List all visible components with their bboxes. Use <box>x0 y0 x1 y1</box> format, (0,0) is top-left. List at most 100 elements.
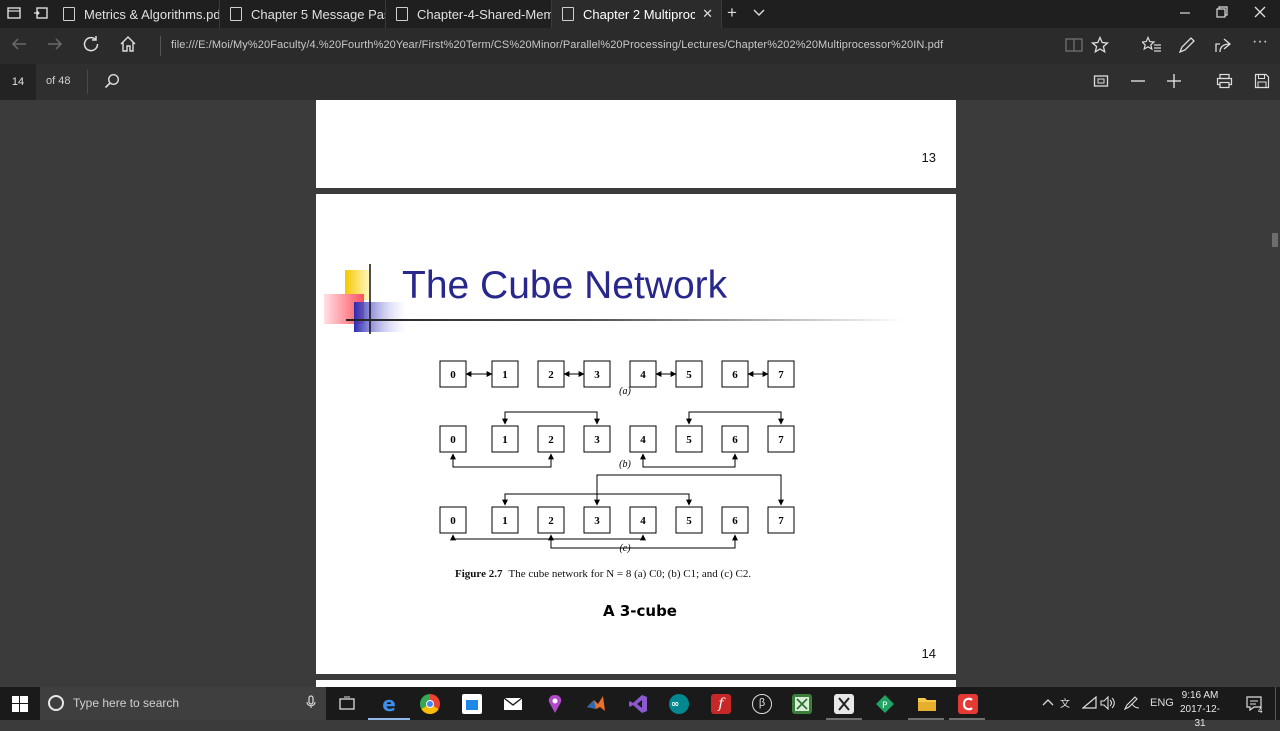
minimize-icon[interactable] <box>1179 5 1191 21</box>
node-label: 3 <box>594 515 600 527</box>
set-aside-tabs-icon[interactable] <box>34 7 48 19</box>
refresh-icon[interactable] <box>82 35 100 58</box>
tab-actions-icon[interactable] <box>7 7 21 19</box>
visual-studio-icon[interactable] <box>628 694 648 714</box>
node-label: 1 <box>502 434 508 446</box>
node-label: 2 <box>548 369 554 381</box>
node-label: 6 <box>732 434 738 446</box>
page-number: 13 <box>921 150 936 165</box>
home-icon[interactable] <box>119 35 137 58</box>
tab-chapter-5[interactable]: Chapter 5 Message Passing <box>220 0 386 28</box>
pdf-file-icon <box>63 7 75 21</box>
arduino-icon[interactable]: ∞ <box>669 694 689 714</box>
fit-page-icon[interactable] <box>1093 73 1109 94</box>
restore-icon[interactable] <box>1216 5 1228 21</box>
favorite-star-icon[interactable] <box>1090 35 1110 59</box>
node-label: 4 <box>640 369 646 381</box>
zoom-in-icon[interactable] <box>1166 73 1182 94</box>
clock[interactable]: 9:16 AM 2017-12-31 <box>1176 689 1224 731</box>
share-icon[interactable] <box>1214 36 1232 59</box>
snagit-icon[interactable] <box>958 694 978 714</box>
node-label: 5 <box>686 434 692 446</box>
tab-label: Chapter 5 Message Passing <box>251 6 385 22</box>
figure-label: Figure 2.7 <box>455 568 503 580</box>
close-window-icon[interactable] <box>1254 5 1266 21</box>
show-desktop-button[interactable] <box>1275 687 1280 720</box>
mail-icon[interactable] <box>503 694 523 714</box>
web-note-pen-icon[interactable] <box>1178 36 1196 59</box>
node-label: 7 <box>778 515 784 527</box>
cortana-icon <box>48 695 64 711</box>
search-icon[interactable] <box>104 73 120 94</box>
windows-start-icon[interactable] <box>12 696 28 717</box>
close-tab-icon[interactable]: ✕ <box>702 6 713 22</box>
spreadsheet-icon[interactable] <box>792 694 812 714</box>
c1-link <box>502 411 600 425</box>
back-icon[interactable] <box>10 35 28 58</box>
chevron-down-icon[interactable] <box>753 5 765 21</box>
reading-view-icon[interactable] <box>1065 37 1083 58</box>
pdf-document-viewer[interactable]: 13 The Cube Network 0 1 2 3 4 5 6 7 0 1 … <box>0 100 1280 687</box>
microphone-icon[interactable] <box>306 695 316 712</box>
pdf-page-15 <box>316 680 956 687</box>
svg-text:文: 文 <box>1060 697 1070 710</box>
pdf-page-14: The Cube Network 0 1 2 3 4 5 6 7 0 1 2 3 4 5 6 7 0 1 2 3 4 5 6… <box>316 194 956 674</box>
calculator-app-icon[interactable]: β <box>752 694 772 714</box>
edge-browser-icon[interactable]: e <box>379 694 399 714</box>
favorites-hub-icon[interactable] <box>1140 36 1162 59</box>
zoom-out-icon[interactable] <box>1130 73 1146 94</box>
excel-icon[interactable] <box>834 694 854 714</box>
chrome-icon[interactable] <box>420 694 440 714</box>
subfigure-label: (c) <box>619 543 631 554</box>
flash-icon[interactable]: f <box>711 694 731 714</box>
vertical-scrollbar[interactable] <box>1268 100 1280 687</box>
tab-chapter-2[interactable]: Chapter 2 Multiprocessor ✕ <box>552 0 722 28</box>
address-field[interactable]: file:///E:/Moi/My%20Faculty/4.%20Fourth%… <box>171 39 943 51</box>
node-label: 0 <box>450 369 456 381</box>
node-label: 2 <box>548 515 554 527</box>
maps-icon[interactable] <box>545 694 565 714</box>
clock-date: 2017-12-31 <box>1179 704 1221 729</box>
figure-caption-text: The cube network for N = 8 (a) C0; (b) C… <box>508 568 752 580</box>
slide-subtitle: A 3-cube <box>603 602 677 620</box>
pdf-page-13: 13 <box>316 100 956 188</box>
page-number-input[interactable]: 14 <box>0 64 36 100</box>
notification-count-badge: 4 <box>1258 706 1263 715</box>
file-explorer-icon[interactable] <box>917 694 937 714</box>
node-label: 0 <box>450 515 456 527</box>
matlab-icon[interactable] <box>586 694 606 714</box>
forward-icon[interactable] <box>46 35 64 58</box>
pen-workspace-icon[interactable] <box>1123 696 1140 713</box>
taskbar-search-box[interactable]: Type here to search <box>40 687 326 720</box>
volume-icon[interactable] <box>1100 695 1116 713</box>
task-view-icon[interactable] <box>339 696 355 717</box>
c1-link <box>450 453 554 468</box>
node-label: 0 <box>450 434 456 446</box>
node-label: 2 <box>548 434 554 446</box>
tab-chapter-4[interactable]: Chapter-4-Shared-Mem.-Ar <box>386 0 552 28</box>
scrollbar-thumb[interactable] <box>1272 233 1278 247</box>
c1-link <box>686 411 784 425</box>
language-indicator[interactable]: ENG <box>1150 697 1174 709</box>
store-icon[interactable] <box>462 694 482 714</box>
more-options-icon[interactable]: ··· <box>1252 33 1268 51</box>
pdf-file-icon <box>562 7 574 21</box>
navigation-bar: file:///E:/Moi/My%20Faculty/4.%20Fourth%… <box>0 28 1280 64</box>
node-label: 6 <box>732 369 738 381</box>
node-label: 4 <box>640 434 646 446</box>
new-tab-icon[interactable]: + <box>727 3 737 23</box>
network-wifi-icon[interactable] <box>1081 695 1098 713</box>
print-icon[interactable] <box>1216 73 1233 94</box>
ime-icon[interactable]: 文 <box>1060 696 1076 713</box>
node-label: 4 <box>640 515 646 527</box>
windows-taskbar: Type here to search e ∞ f β P 文 ENG 9:16… <box>0 687 1280 729</box>
page-count: of 48 <box>46 75 71 87</box>
green-app-icon[interactable]: P <box>875 694 895 714</box>
pdf-file-icon <box>230 7 242 21</box>
show-hidden-icons-icon[interactable] <box>1042 697 1054 710</box>
save-icon[interactable] <box>1254 73 1270 94</box>
tab-bar: Metrics & Algorithms.pdf Chapter 5 Messa… <box>0 0 1280 28</box>
slide-title: The Cube Network <box>402 264 728 307</box>
node-label: 7 <box>778 369 784 381</box>
tab-metrics-algorithms[interactable]: Metrics & Algorithms.pdf <box>53 0 220 28</box>
